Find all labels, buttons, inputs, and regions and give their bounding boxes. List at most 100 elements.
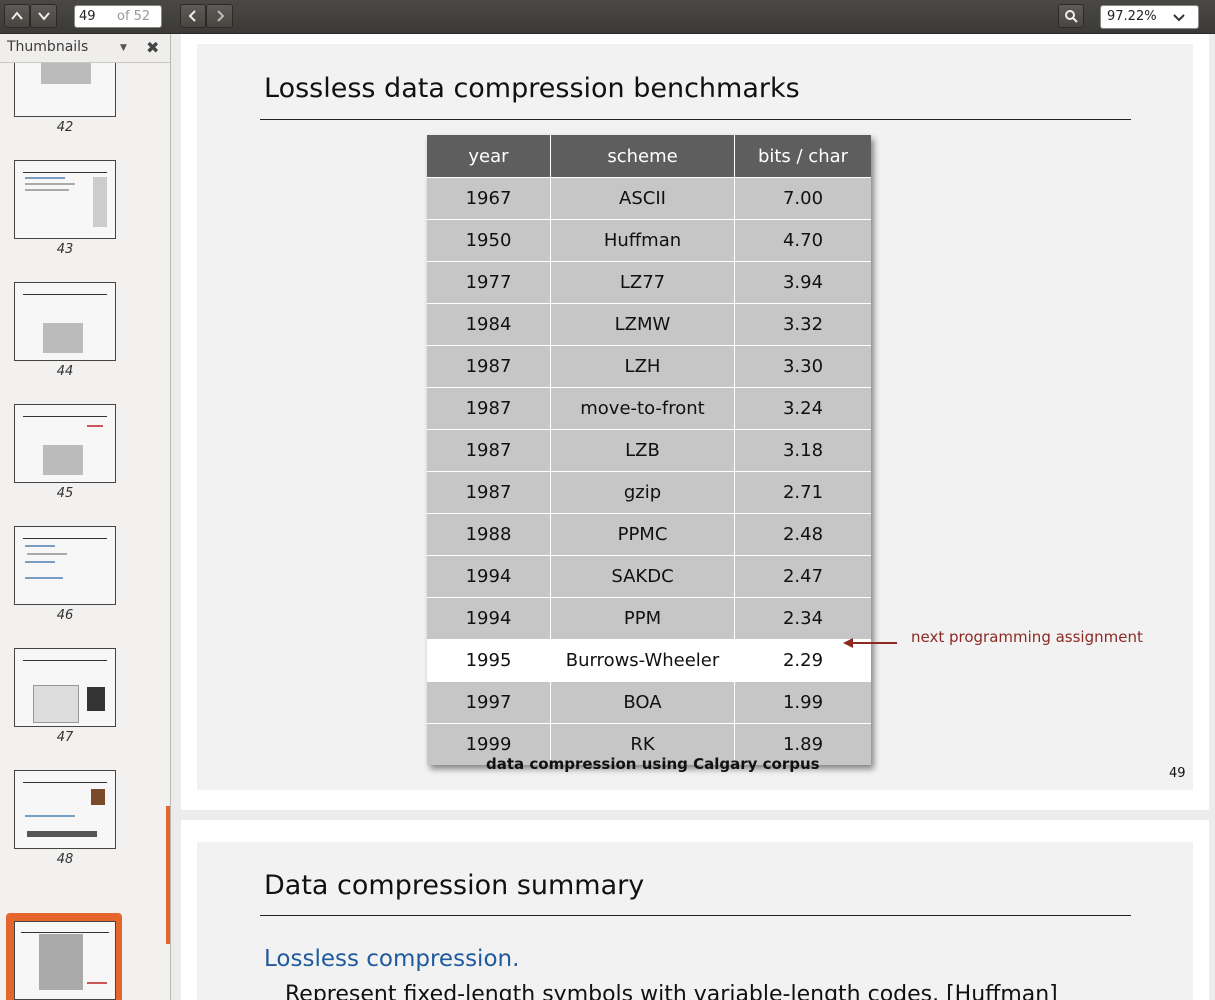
toolbar: of 52 97.22%	[0, 0, 1215, 34]
chevron-up-icon	[11, 11, 23, 20]
cell-year: 1988	[427, 513, 551, 556]
cell-bits: 3.94	[734, 261, 871, 304]
annotation-text: next programming assignment	[911, 628, 1143, 646]
page-number-field[interactable]: of 52	[74, 5, 162, 28]
table-row: 1987 LZH 3.30	[427, 345, 871, 388]
thumbnail-49-selected[interactable]: 49	[6, 913, 122, 1000]
page-number-input[interactable]	[79, 8, 109, 25]
forward-button[interactable]	[206, 4, 233, 28]
sidebar-header: Thumbnails ▼ ✖	[0, 34, 170, 63]
cell-scheme: ASCII	[550, 177, 735, 220]
cell-year: 1994	[427, 597, 551, 640]
thumbnail-label: 44	[56, 364, 74, 379]
thumbnail-image	[14, 63, 116, 117]
cell-year: 1984	[427, 303, 551, 346]
arrow-left-icon	[843, 638, 897, 648]
cell-scheme: LZ77	[550, 261, 735, 304]
thumbnail-image	[14, 160, 116, 239]
benchmark-table: year scheme bits / char 1967 ASCII 7.00 195…	[427, 135, 871, 765]
cell-year: 1987	[427, 387, 551, 430]
cell-year: 1977	[427, 261, 551, 304]
sidebar-title: Thumbnails	[7, 39, 89, 55]
search-button[interactable]	[1058, 4, 1084, 28]
page-50: Data compression summary Lossless compre…	[181, 820, 1209, 1000]
thumbnail-43[interactable]: 43	[14, 160, 116, 257]
cell-year: 1967	[427, 177, 551, 220]
thumbnail-image	[14, 526, 116, 605]
next-page-button[interactable]	[30, 4, 57, 28]
table-row: 1984 LZMW 3.32	[427, 303, 871, 346]
slide: Data compression summary Lossless compre…	[197, 842, 1193, 1000]
cell-scheme: Huffman	[550, 219, 735, 262]
table-row: 1994 SAKDC 2.47	[427, 555, 871, 598]
thumbnail-label: 45	[56, 486, 74, 501]
document-view[interactable]: Lossless data compression benchmarks yea…	[171, 34, 1215, 1000]
zoom-value: 97.22%	[1107, 9, 1157, 24]
thumbnail-image	[14, 404, 116, 483]
cell-year: 1995	[427, 639, 551, 682]
cell-bits: 4.70	[734, 219, 871, 262]
cell-bits: 3.24	[734, 387, 871, 430]
cell-scheme: LZH	[550, 345, 735, 388]
cell-bits: 2.48	[734, 513, 871, 556]
thumbnail-list[interactable]: 42 43 44 45 46 47 48	[0, 63, 170, 1000]
cell-bits: 2.34	[734, 597, 871, 640]
thumbnail-48[interactable]: 48	[14, 770, 116, 867]
cell-bits: 2.71	[734, 471, 871, 514]
column-header-bits: bits / char	[734, 135, 871, 178]
cell-bits: 3.30	[734, 345, 871, 388]
cell-year: 1997	[427, 681, 551, 724]
table-row: 1950 Huffman 4.70	[427, 219, 871, 262]
bullet-item: Represent fixed-length symbols with vari…	[285, 982, 1058, 1000]
cell-year: 1987	[427, 345, 551, 388]
thumbnail-47[interactable]: 47	[14, 648, 116, 745]
title-rule	[260, 915, 1131, 916]
search-icon	[1065, 10, 1078, 23]
page-total: of 52	[117, 9, 151, 24]
cell-year: 1994	[427, 555, 551, 598]
column-header-scheme: scheme	[550, 135, 735, 178]
cell-bits: 3.18	[734, 429, 871, 472]
thumbnail-44[interactable]: 44	[14, 282, 116, 379]
previous-page-button[interactable]	[4, 4, 30, 28]
table-body: 1967 ASCII 7.00 1950 Huffman 4.70 1977 LZ77 3.94…	[427, 177, 871, 765]
table-row: 1987 gzip 2.71	[427, 471, 871, 514]
chevron-left-icon	[188, 10, 196, 22]
back-button[interactable]	[180, 4, 206, 28]
table-row: 1997 BOA 1.99	[427, 681, 871, 724]
cell-year: 1950	[427, 219, 551, 262]
thumbnail-image	[14, 648, 116, 727]
cell-scheme: PPMC	[550, 513, 735, 556]
cell-bits: 1.99	[734, 681, 871, 724]
sidebar-scrollbar[interactable]	[166, 806, 170, 944]
thumbnail-image	[14, 282, 116, 361]
cell-scheme: SAKDC	[550, 555, 735, 598]
thumbnail-45[interactable]: 45	[14, 404, 116, 501]
cell-bits: 7.00	[734, 177, 871, 220]
cell-year: 1987	[427, 471, 551, 514]
table-row: 1977 LZ77 3.94	[427, 261, 871, 304]
thumbnail-42[interactable]: 42	[14, 63, 116, 135]
column-header-year: year	[427, 135, 551, 178]
slide-page-number: 49	[1169, 766, 1186, 781]
page-49: Lossless data compression benchmarks yea…	[181, 34, 1209, 810]
zoom-select[interactable]: 97.22%	[1100, 5, 1199, 29]
cell-year: 1987	[427, 429, 551, 472]
table-row: 1987 move-to-front 3.24	[427, 387, 871, 430]
title-rule	[260, 119, 1131, 120]
thumbnail-46[interactable]: 46	[14, 526, 116, 623]
cell-scheme: Burrows-Wheeler	[550, 639, 735, 682]
slide: Lossless data compression benchmarks yea…	[197, 44, 1193, 790]
close-sidebar-icon[interactable]: ✖	[146, 38, 159, 57]
cell-scheme: PPM	[550, 597, 735, 640]
cell-scheme: LZMW	[550, 303, 735, 346]
sidebar-mode-dropdown-icon[interactable]: ▼	[120, 43, 127, 53]
thumbnail-label: 48	[56, 852, 74, 867]
thumbnail-image	[14, 921, 116, 1000]
cell-scheme: gzip	[550, 471, 735, 514]
thumbnail-label: 43	[56, 242, 74, 257]
table-row: 1994 PPM 2.34	[427, 597, 871, 640]
thumbnail-image	[14, 770, 116, 849]
chevron-right-icon	[216, 10, 224, 22]
cell-bits: 2.47	[734, 555, 871, 598]
